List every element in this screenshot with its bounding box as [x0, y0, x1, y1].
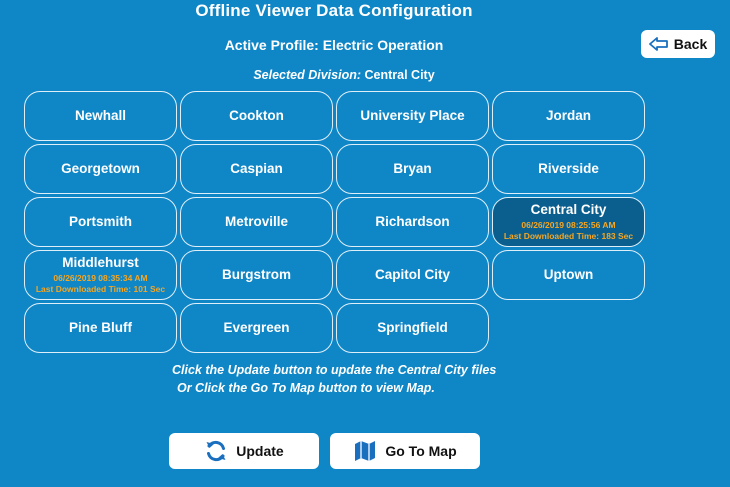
division-button-georgetown[interactable]: Georgetown [24, 144, 177, 194]
division-name: Middlehurst [62, 255, 139, 271]
go-to-map-button-label: Go To Map [385, 443, 457, 459]
last-downloaded-time: Last Downloaded Time: 101 Sec [35, 283, 166, 294]
division-button-pine-bluff[interactable]: Pine Bluff [24, 303, 177, 353]
division-name: Uptown [543, 267, 594, 283]
division-button-university-place[interactable]: University Place [336, 91, 489, 141]
instruction-line-2: Or Click the Go To Map button to view Ma… [177, 381, 435, 395]
division-name: Pine Bluff [69, 320, 132, 336]
division-name: Richardson [375, 214, 450, 230]
division-name: Newhall [74, 108, 126, 124]
division-name: University Place [360, 108, 465, 124]
division-button-portsmith[interactable]: Portsmith [24, 197, 177, 247]
selected-division-label: Selected Division: [253, 68, 362, 82]
division-button-newhall[interactable]: Newhall [24, 91, 177, 141]
last-downloaded-time: Last Downloaded Time: 183 Sec [503, 230, 634, 241]
update-button-label: Update [236, 443, 284, 459]
update-button[interactable]: Update [169, 433, 319, 469]
download-date: 06/26/2019 08:35:34 AM [53, 272, 148, 283]
division-name: Jordan [545, 108, 591, 124]
selected-division-value: Central City [364, 68, 435, 82]
division-button-burgstrom[interactable]: Burgstrom [180, 250, 333, 300]
division-grid: Newhall Cookton University Place Jordan Geor… [24, 91, 645, 353]
division-button-cookton[interactable]: Cookton [180, 91, 333, 141]
active-profile-label: Active Profile: Electric Operation [224, 37, 444, 53]
division-button-capitol-city[interactable]: Capitol City [336, 250, 489, 300]
go-to-map-button[interactable]: Go To Map [330, 433, 480, 469]
selected-division: Selected Division: Central City [0, 68, 688, 82]
division-name: Metroville [224, 214, 289, 230]
back-button[interactable]: Back [641, 30, 715, 58]
division-button-central-city[interactable]: Central City 06/26/2019 08:25:56 AM Last D… [492, 197, 645, 247]
map-icon [355, 441, 376, 461]
back-arrow-icon [648, 37, 668, 51]
division-button-evergreen[interactable]: Evergreen [180, 303, 333, 353]
division-name: Capitol City [374, 267, 450, 283]
division-button-riverside[interactable]: Riverside [492, 144, 645, 194]
division-name: Central City [530, 202, 607, 218]
division-name: Riverside [538, 161, 599, 177]
division-name: Burgstrom [221, 267, 291, 283]
division-name: Evergreen [223, 320, 290, 336]
division-name: Bryan [393, 161, 432, 177]
division-name: Caspian [230, 161, 283, 177]
instruction-line-1: Click the Update button to update the Ce… [172, 363, 497, 377]
refresh-icon [206, 440, 226, 462]
division-button-uptown[interactable]: Uptown [492, 250, 645, 300]
division-name: Cookton [229, 108, 284, 124]
division-name: Georgetown [61, 161, 140, 177]
division-button-springfield[interactable]: Springfield [336, 303, 489, 353]
division-button-richardson[interactable]: Richardson [336, 197, 489, 247]
download-date: 06/26/2019 08:25:56 AM [521, 219, 616, 230]
division-name: Portsmith [68, 214, 132, 230]
division-button-metroville[interactable]: Metroville [180, 197, 333, 247]
division-button-middlehurst[interactable]: Middlehurst 06/26/2019 08:35:34 AM Last Do… [24, 250, 177, 300]
page-title: Offline Viewer Data Configuration [195, 1, 473, 20]
back-button-label: Back [673, 36, 708, 52]
division-name: Springfield [377, 320, 448, 336]
division-button-jordan[interactable]: Jordan [492, 91, 645, 141]
division-button-caspian[interactable]: Caspian [180, 144, 333, 194]
division-button-bryan[interactable]: Bryan [336, 144, 489, 194]
